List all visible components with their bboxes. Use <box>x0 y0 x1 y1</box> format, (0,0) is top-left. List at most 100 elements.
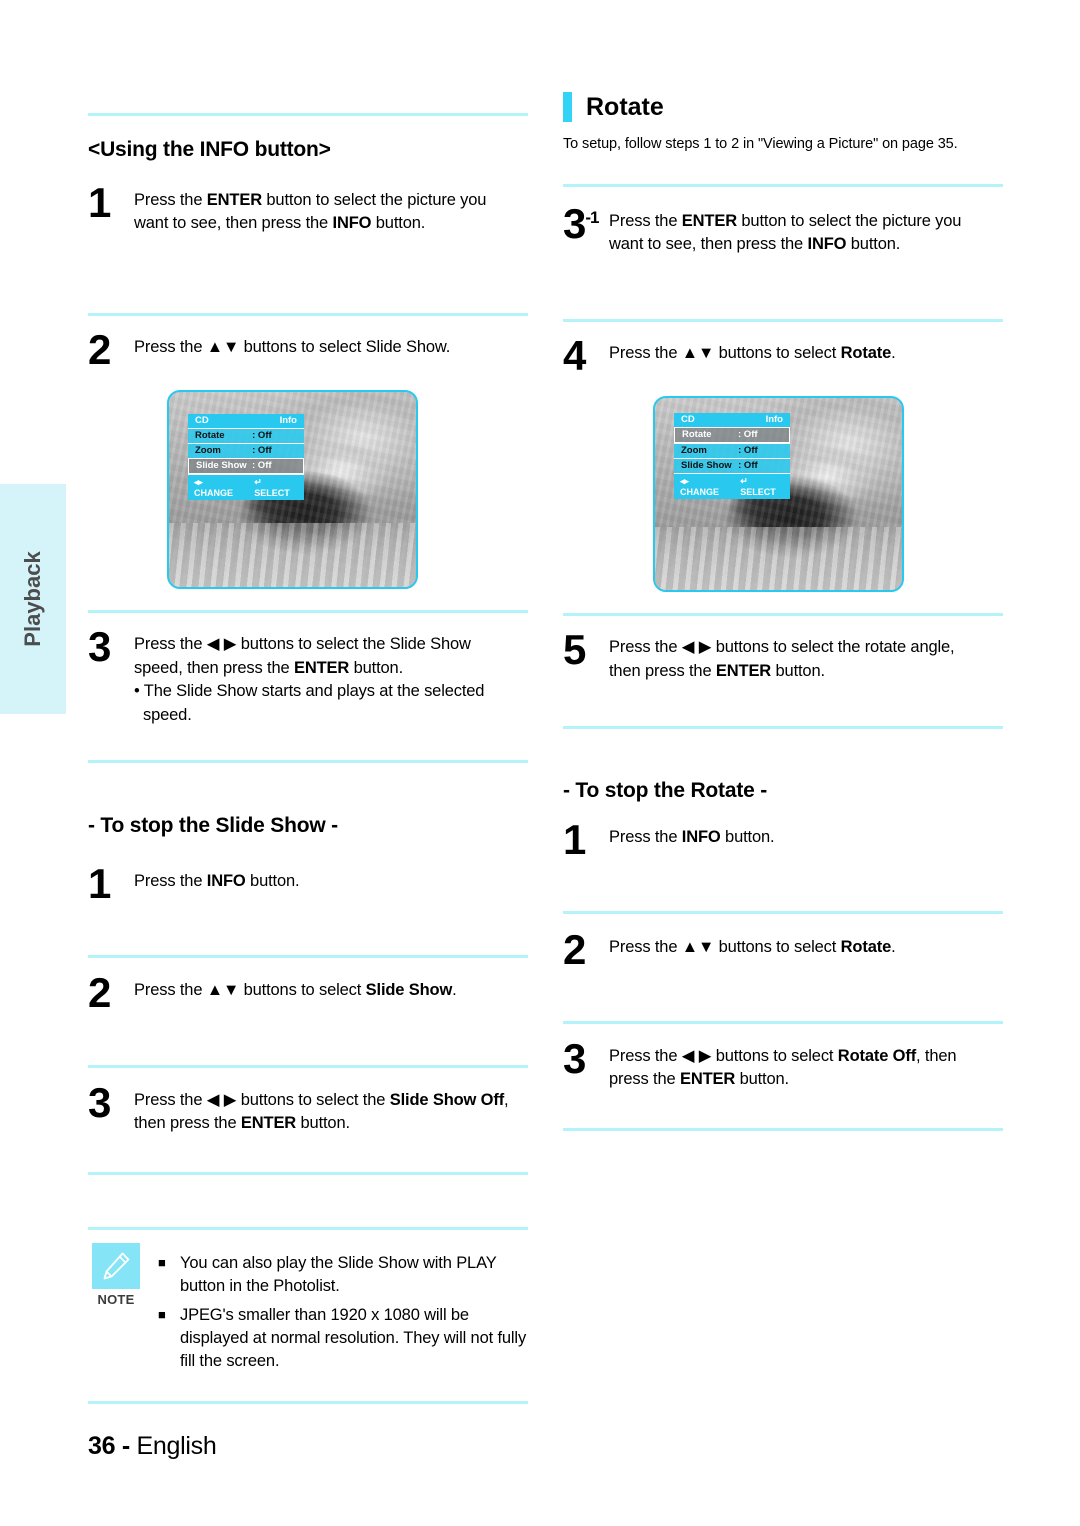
step-number: 2 <box>88 969 111 1017</box>
page-number: 36 <box>88 1432 116 1460</box>
step-text-bold: ENTER <box>715 661 772 680</box>
chapter-subtitle: To setup, follow steps 1 to 2 in "Viewin… <box>563 136 958 152</box>
left-right-arrows-icon: ◀ ▶ <box>681 1047 712 1065</box>
step-text-part: button. <box>296 1114 351 1133</box>
step-text: Press the ▲▼ buttons to select Rotate. <box>609 339 1003 365</box>
footer-language: English <box>136 1432 217 1460</box>
osd-row-rotate[interactable]: Rotate : Off <box>674 427 790 444</box>
step-text-bold: Rotate <box>840 343 892 362</box>
stop-step-2: 2 Press the ▲▼ buttons to select Slide S… <box>88 969 528 1017</box>
osd-row-value: : Off <box>252 430 272 442</box>
updown-arrows-icon: ▲▼ <box>681 937 715 956</box>
osd-row-slide-show[interactable]: Slide Show : Off <box>674 458 790 474</box>
step-text-part: buttons to select <box>711 1047 838 1065</box>
step-number: 5 <box>563 626 586 674</box>
step-text-part: want to see, then press the <box>609 235 808 254</box>
osd-row-zoom[interactable]: Zoom : Off <box>188 443 304 459</box>
stop-step-1: 1 Press the INFO button. <box>563 816 1003 864</box>
step-number: 3 <box>88 1078 111 1126</box>
left-column: <Using the INFO button> 1 Press the ENTE… <box>88 0 528 1404</box>
chapter-side-tab-label: Playback <box>20 551 45 647</box>
step-text-part: Press the <box>609 212 682 230</box>
step-text-part: buttons to select <box>239 981 366 1000</box>
step-text-part: Press the <box>609 343 682 362</box>
note-item-list: ■ You can also play the Slide Show with … <box>158 1243 528 1379</box>
step-text-bold: Slide Show <box>365 981 453 1000</box>
osd-header: CD Info <box>674 413 790 428</box>
osd-row-value: : Off <box>738 445 758 457</box>
square-bullet-icon: ■ <box>158 1306 166 1322</box>
step-text-part: button. <box>371 214 426 233</box>
osd-info-label: Info <box>279 415 297 427</box>
section-heading-stop-slideshow: - To stop the Slide Show - <box>88 813 338 837</box>
step-number: 4 <box>563 331 586 379</box>
step-text-part: button. <box>349 658 404 677</box>
osd-row-label: Slide Show <box>196 460 247 472</box>
osd-footer-change: ◂▸ CHANGE <box>194 477 242 498</box>
osd-menu: CD Info Rotate : Off Zoom : Off Slide Sh… <box>674 413 790 500</box>
step-text-part: . <box>452 981 457 1000</box>
osd-disc-type: CD <box>681 414 695 426</box>
step-text: Press the INFO button. <box>609 823 1003 849</box>
step-text-part: buttons to select the <box>236 1090 390 1109</box>
step-number-main: 3 <box>563 200 586 247</box>
step-text-part: buttons to select <box>714 937 841 956</box>
step-text-part: press the <box>609 1070 680 1089</box>
step-text: Press the ▲▼ buttons to select Rotate. <box>609 933 1003 959</box>
step-number: 1 <box>563 816 586 864</box>
step-1: 1 Press the ENTER button to select the p… <box>88 179 528 236</box>
note-label: NOTE <box>97 1291 135 1307</box>
osd-row-label: Slide Show <box>681 460 732 472</box>
step-text-part: Press the <box>134 981 207 1000</box>
osd-footer-select-label: SELECT <box>254 487 290 498</box>
osd-info-label: Info <box>765 414 783 426</box>
step-text-part: . <box>891 343 896 362</box>
step-number: 1 <box>88 179 111 226</box>
note-divider-bottom <box>88 1400 528 1404</box>
footer-separator: - <box>115 1432 137 1460</box>
left-right-arrows-icon: ◀ ▶ <box>206 1090 237 1109</box>
osd-row-zoom[interactable]: Zoom : Off <box>674 443 790 459</box>
step-text-part: button to select the picture you <box>261 191 487 209</box>
note-box: NOTE ■ You can also play the Slide Show … <box>88 1242 528 1379</box>
osd-footer: ◂▸ CHANGE ↵ SELECT <box>674 473 790 500</box>
step-text-part: button. <box>720 828 775 847</box>
step-text-bold: ENTER <box>206 191 262 209</box>
osd-menu: CD Info Rotate : Off Zoom : Off Slide Sh… <box>188 414 304 501</box>
step-text-part: buttons to select the rotate angle, <box>711 638 955 657</box>
osd-row-value: : Off <box>738 460 758 472</box>
left-right-arrows-icon: ◀ ▶ <box>681 638 712 657</box>
divider <box>563 1127 1003 1131</box>
step-text-part: then press the <box>134 1114 241 1133</box>
step-4: 4 Press the ▲▼ buttons to select Rotate. <box>563 331 1003 379</box>
osd-row-rotate[interactable]: Rotate : Off <box>188 428 304 444</box>
right-column: Rotate To setup, follow steps 1 to 2 in … <box>563 0 1003 1131</box>
osd-row-value: : Off <box>738 429 758 441</box>
step-text-part: Press the <box>134 1090 207 1109</box>
enter-key-icon: ↵ <box>254 476 262 487</box>
accent-bar <box>563 92 572 122</box>
step-text: Press the ENTER button to select the pic… <box>134 186 528 236</box>
left-right-arrows-icon: ◂▸ <box>194 476 203 487</box>
osd-footer-select: ↵ SELECT <box>740 476 784 497</box>
step-text-part: button to select the picture you <box>736 212 962 230</box>
tv-screenshot-rotate: CD Info Rotate : Off Zoom : Off Slide Sh… <box>653 396 904 593</box>
stop-step-1: 1 Press the INFO button. <box>88 862 528 905</box>
step-text-bold: INFO <box>332 214 372 233</box>
osd-row-label: Zoom <box>195 445 221 457</box>
photo-seabed <box>655 526 902 591</box>
chapter-side-tab: Playback <box>0 484 66 714</box>
step-text-part: , <box>504 1090 509 1109</box>
step-number: 3-1 <box>563 203 609 245</box>
step-text-bold: INFO <box>206 871 246 890</box>
note-item: ■ You can also play the Slide Show with … <box>158 1252 528 1299</box>
section-heading-using-info: <Using the INFO button> <box>88 138 331 161</box>
note-item-text: You can also play the Slide Show with PL… <box>180 1253 497 1296</box>
step-text-part: buttons to select Slide Show. <box>239 337 451 356</box>
osd-row-slide-show[interactable]: Slide Show : Off <box>188 458 304 475</box>
chapter-heading-rotate: Rotate <box>563 92 1003 122</box>
osd-row-label: Rotate <box>682 429 712 441</box>
step-number-sup: -1 <box>585 208 599 227</box>
step-number: 3 <box>88 623 111 671</box>
step-text-part: button. <box>735 1070 790 1089</box>
